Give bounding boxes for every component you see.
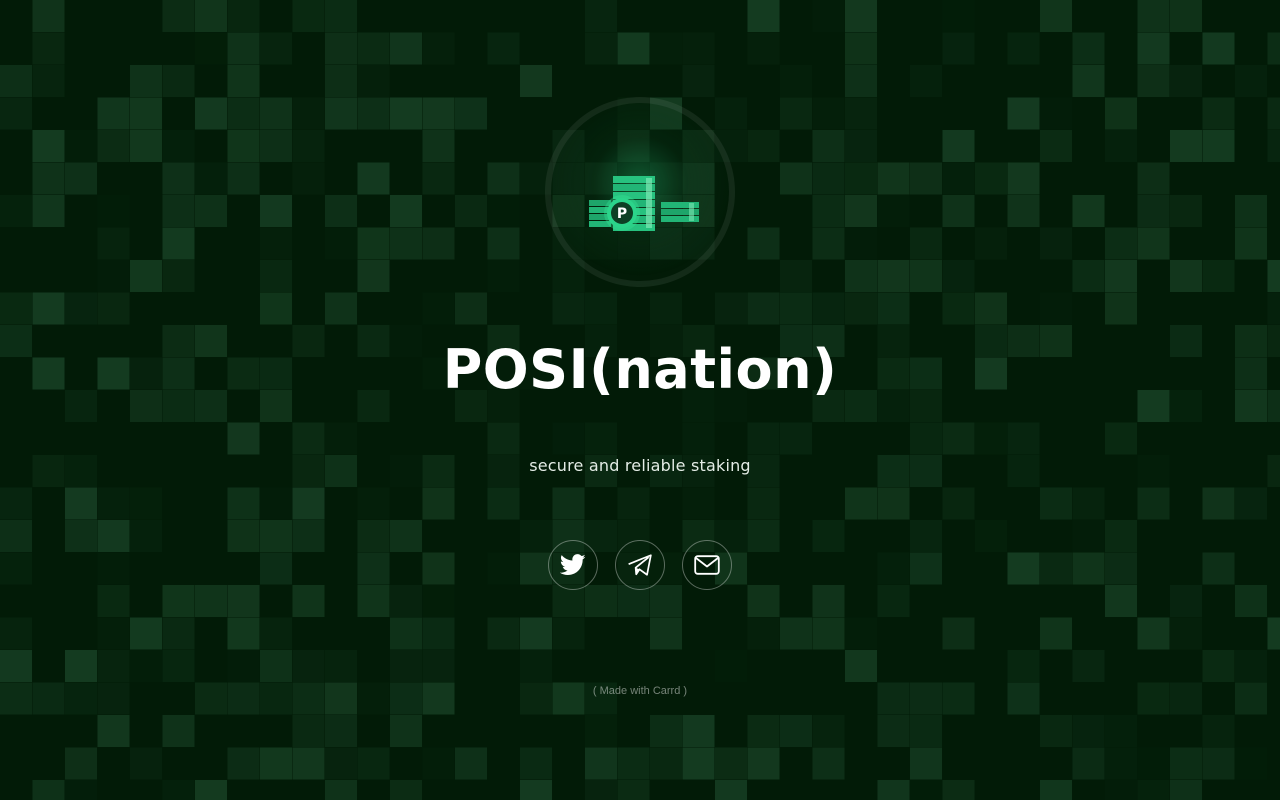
main-content: P POSI(nation) secure and reliable staki… <box>0 0 1280 800</box>
page: P POSI(nation) secure and reliable staki… <box>0 0 1280 800</box>
made-with-carrd-link[interactable]: ( Made with Carrd ) <box>0 684 1280 698</box>
posi-coin-stacks-icon: P <box>589 176 699 231</box>
coin-stack-right <box>661 202 699 222</box>
email-button[interactable] <box>682 540 732 590</box>
social-links <box>0 540 1280 590</box>
twitter-button[interactable] <box>548 540 598 590</box>
envelope-icon <box>694 555 720 575</box>
coin-letter: P <box>617 206 627 222</box>
logo: P <box>545 97 735 287</box>
twitter-bird-icon <box>560 554 586 575</box>
telegram-button[interactable] <box>615 540 665 590</box>
telegram-plane-icon <box>628 554 652 576</box>
page-subtitle: secure and reliable staking <box>529 456 751 475</box>
page-title: POSI(nation) <box>442 338 838 401</box>
posi-coin: P <box>604 195 640 231</box>
